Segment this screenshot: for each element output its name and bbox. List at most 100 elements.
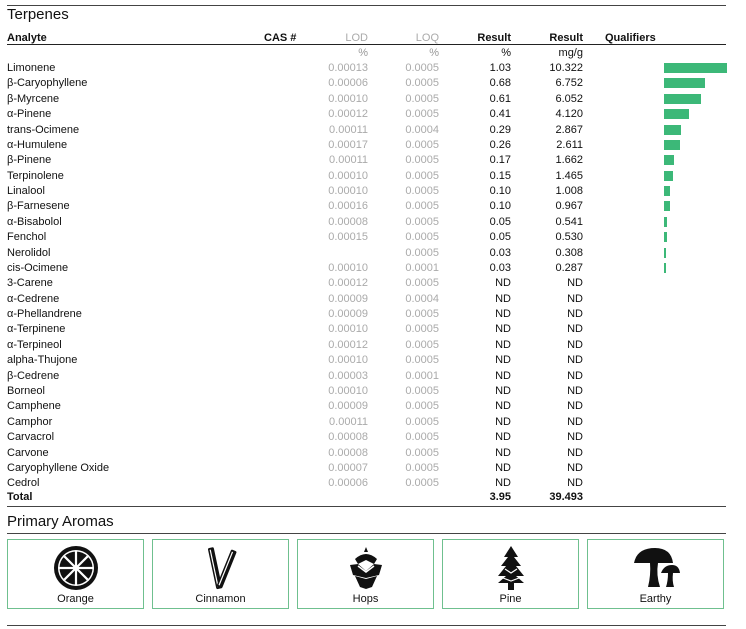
header-lod: LOD (345, 32, 368, 44)
aroma-label: Orange (57, 593, 94, 605)
result-pct-cell: 0.03 (489, 247, 511, 259)
header-cas: CAS # (264, 32, 297, 44)
header-qualifiers: Qualifiers (605, 32, 656, 44)
loq-cell: 0.0005 (405, 62, 439, 74)
analyte-cell: β-Cedrene (7, 370, 60, 382)
loq-cell: 0.0005 (405, 108, 439, 120)
analyte-cell: α-Bisabolol (7, 216, 62, 228)
result-bar (664, 140, 680, 150)
lod-cell: 0.00010 (328, 323, 368, 335)
loq-cell: 0.0005 (405, 93, 439, 105)
lod-cell: 0.00008 (328, 431, 368, 443)
lod-cell: 0.00012 (328, 339, 368, 351)
result-pct-cell: ND (495, 477, 511, 489)
lod-cell: 0.00013 (328, 62, 368, 74)
result-mg-cell: 0.967 (555, 200, 583, 212)
analyte-cell: Carvacrol (7, 431, 55, 443)
analyte-cell: β-Myrcene (7, 93, 60, 105)
pine-tree-icon (497, 546, 524, 590)
analyte-cell: Camphor (7, 416, 53, 428)
aroma-card-hops: Hops (297, 539, 434, 609)
page-bottom-rule (7, 625, 726, 626)
lod-cell: 0.00017 (328, 139, 368, 151)
top-rule (7, 5, 726, 6)
header-loq: LOQ (415, 32, 439, 44)
loq-cell: 0.0005 (405, 431, 439, 443)
result-pct-cell: 0.15 (489, 170, 511, 182)
result-pct-cell: 0.05 (489, 216, 511, 228)
result-pct-cell: ND (495, 308, 511, 320)
result-mg-cell: 1.662 (555, 154, 583, 166)
analyte-cell: trans-Ocimene (7, 124, 80, 136)
analyte-cell: β-Pinene (7, 154, 52, 166)
analyte-cell: Cedrol (7, 477, 40, 489)
aroma-card-earthy: Earthy (587, 539, 724, 609)
result-pct-cell: 0.61 (489, 93, 511, 105)
result-pct-cell: ND (495, 400, 511, 412)
result-bar (664, 94, 701, 104)
loq-cell: 0.0005 (405, 447, 439, 459)
result-mg-cell: 6.052 (555, 93, 583, 105)
lod-cell: 0.00009 (328, 308, 368, 320)
unit-lod: % (358, 47, 368, 59)
aroma-label: Pine (499, 593, 522, 605)
analyte-cell: α-Terpinene (7, 323, 66, 335)
header-rule (7, 44, 726, 45)
analyte-cell: β-Caryophyllene (7, 77, 88, 89)
hops-icon (349, 547, 382, 589)
result-mg-cell: 6.752 (555, 77, 583, 89)
aromas-title: Primary Aromas (7, 513, 114, 530)
result-mg-cell: 0.308 (555, 247, 583, 259)
result-mg-cell: 4.120 (555, 108, 583, 120)
result-pct-cell: 0.41 (489, 108, 511, 120)
unit-loq: % (429, 47, 439, 59)
result-pct-cell: 0.05 (489, 231, 511, 243)
lod-cell: 0.00009 (328, 400, 368, 412)
lod-cell: 0.00010 (328, 185, 368, 197)
loq-cell: 0.0005 (405, 77, 439, 89)
lod-cell: 0.00010 (328, 385, 368, 397)
lod-cell: 0.00008 (328, 447, 368, 459)
result-mg-cell: 2.867 (555, 124, 583, 136)
lod-cell: 0.00007 (328, 462, 368, 474)
lod-cell: 0.00012 (328, 277, 368, 289)
lod-cell: 0.00010 (328, 262, 368, 274)
analyte-cell: Linalool (7, 185, 45, 197)
result-mg-cell: 1.008 (555, 185, 583, 197)
result-mg-cell: ND (567, 462, 583, 474)
result-mg-cell: ND (567, 277, 583, 289)
aroma-card-orange: Orange (7, 539, 144, 609)
result-mg-cell: ND (567, 385, 583, 397)
result-pct-cell: 0.17 (489, 154, 511, 166)
analyte-cell: Nerolidol (7, 247, 51, 259)
result-mg-cell: ND (567, 431, 583, 443)
result-bar (664, 201, 670, 211)
loq-cell: 0.0005 (405, 216, 439, 228)
loq-cell: 0.0005 (405, 385, 439, 397)
result-pct-cell: 0.68 (489, 77, 511, 89)
result-mg-cell: 0.530 (555, 231, 583, 243)
loq-cell: 0.0005 (405, 354, 439, 366)
analyte-cell: Fenchol (7, 231, 47, 243)
orange-slice-icon (53, 546, 98, 590)
result-bar (664, 109, 689, 119)
analyte-cell: α-Phellandrene (7, 308, 82, 320)
result-pct-cell: 0.29 (489, 124, 511, 136)
result-bar (664, 186, 670, 196)
lod-cell: 0.00015 (328, 231, 368, 243)
result-bar (664, 263, 666, 273)
analyte-cell: Carvone (7, 447, 49, 459)
loq-cell: 0.0005 (405, 154, 439, 166)
header-result-mg: Result (549, 32, 583, 44)
result-mg-cell: ND (567, 477, 583, 489)
analyte-cell: α-Humulene (7, 139, 68, 151)
result-mg-cell: 0.541 (555, 216, 583, 228)
terpenes-title: Terpenes (7, 6, 69, 23)
result-mg-cell: ND (567, 400, 583, 412)
result-bar (664, 63, 727, 73)
loq-cell: 0.0005 (405, 170, 439, 182)
analyte-cell: α-Pinene (7, 108, 52, 120)
terpenes-bottom-rule (7, 506, 726, 507)
result-mg-cell: ND (567, 339, 583, 351)
analyte-cell: alpha-Thujone (7, 354, 78, 366)
